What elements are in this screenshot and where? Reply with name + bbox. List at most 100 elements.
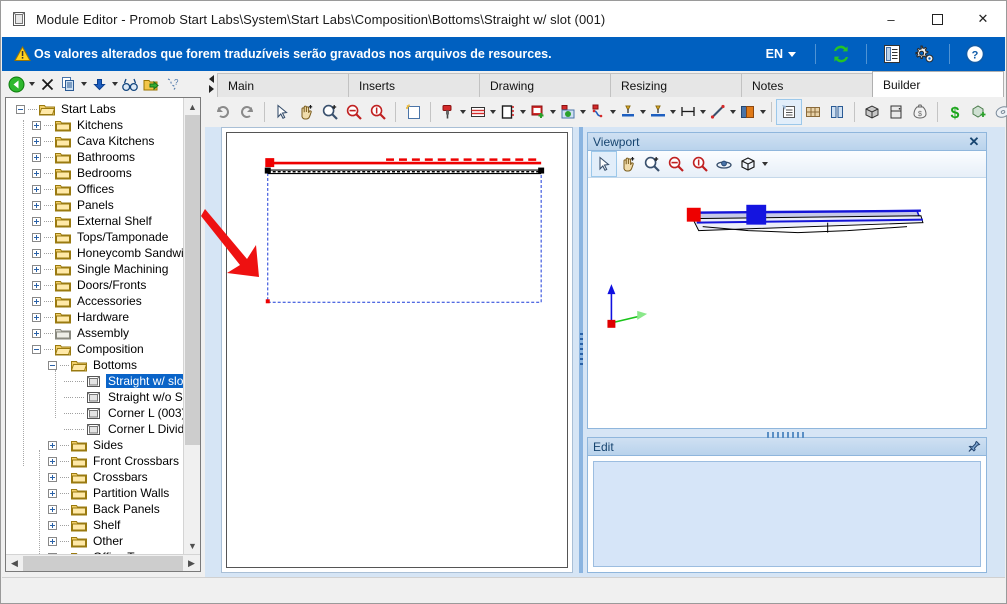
expand-icon[interactable] <box>32 216 41 226</box>
expand-icon[interactable] <box>48 488 57 498</box>
collapse-icon[interactable] <box>32 344 41 354</box>
zoom-out-icon[interactable] <box>664 152 688 176</box>
tree-item-folder[interactable]: Accessories <box>6 293 183 309</box>
zoom-actual-icon[interactable] <box>688 152 712 176</box>
pan-hand-icon[interactable] <box>294 100 318 124</box>
minimize-button[interactable]: – <box>868 1 914 37</box>
tab-inserts[interactable]: Inserts <box>348 73 480 97</box>
expand-icon[interactable] <box>32 120 41 130</box>
tree-item-folder[interactable]: Sides <box>6 437 183 453</box>
tree-item-module[interactable]: Straight w/ slot ( <box>6 373 183 389</box>
expand-icon[interactable] <box>32 184 41 194</box>
edge-icon[interactable] <box>496 100 520 124</box>
tree-horizontal-scrollbar[interactable]: ◀ ▶ <box>6 554 200 571</box>
splitter-grip[interactable] <box>579 333 583 367</box>
drill-icon[interactable] <box>436 100 460 124</box>
tree-item-folder[interactable]: Cava Kitchens <box>6 133 183 149</box>
scroll-right-arrow[interactable]: ▶ <box>183 555 200 572</box>
split-view-icon[interactable] <box>825 100 849 124</box>
expand-icon[interactable] <box>48 472 57 482</box>
tree-item-folder[interactable]: Composition <box>6 341 183 357</box>
zoom-actual-icon[interactable] <box>366 100 390 124</box>
refresh-icon[interactable] <box>829 42 853 66</box>
machining-add-icon[interactable] <box>526 100 550 124</box>
tree-item-folder[interactable]: Crossbars <box>6 469 183 485</box>
close-button[interactable]: ✕ <box>960 1 1006 37</box>
tab-resizing[interactable]: Resizing <box>610 73 742 97</box>
tree-item-folder[interactable]: Kitchens <box>6 117 183 133</box>
disc-icon[interactable] <box>991 100 1007 124</box>
pan-hand-icon[interactable] <box>616 152 640 176</box>
expand-icon[interactable] <box>32 248 41 258</box>
expand-icon[interactable] <box>32 152 41 162</box>
expand-icon[interactable] <box>32 136 41 146</box>
language-selector[interactable]: EN <box>756 47 806 61</box>
tree-item-folder[interactable]: Start Labs <box>6 101 183 117</box>
undo-icon[interactable] <box>211 100 235 124</box>
drawing-canvas[interactable] <box>201 132 568 568</box>
expand-icon[interactable] <box>48 504 57 514</box>
zoom-out-icon[interactable] <box>342 100 366 124</box>
move-down-icon[interactable] <box>89 74 109 94</box>
collapse-icon[interactable] <box>16 104 25 114</box>
back-dropdown-caret[interactable] <box>27 74 36 94</box>
tree-item-folder[interactable]: Honeycomb Sandwich <box>6 245 183 261</box>
diagonal-icon[interactable] <box>706 100 730 124</box>
export-folder-icon[interactable] <box>141 74 161 94</box>
tab-builder[interactable]: Builder <box>872 71 1004 97</box>
edit-property-grid[interactable] <box>593 461 981 567</box>
tree-item-folder[interactable]: Hardware <box>6 309 183 325</box>
expand-icon[interactable] <box>32 328 41 338</box>
profile-icon[interactable] <box>616 100 640 124</box>
paint-icon[interactable] <box>556 100 580 124</box>
tab-notes[interactable]: Notes <box>741 73 873 97</box>
expand-icon[interactable] <box>48 520 57 530</box>
pin-icon[interactable] <box>967 440 981 454</box>
vertical-splitter[interactable] <box>575 127 587 573</box>
unknown-link-icon[interactable]: ? <box>162 74 182 94</box>
scroll-thumb-h[interactable] <box>23 555 183 571</box>
tree-item-folder[interactable]: Bedrooms <box>6 165 183 181</box>
view-cube-dropdown-caret[interactable] <box>760 154 769 174</box>
panel-color-dropdown-caret[interactable] <box>760 102 766 122</box>
scroll-left-arrow[interactable]: ◀ <box>6 555 23 572</box>
zoom-in-icon[interactable] <box>318 100 342 124</box>
delete-icon[interactable] <box>37 74 57 94</box>
settings-gears-icon[interactable] <box>912 42 936 66</box>
select-cursor-icon[interactable] <box>591 151 617 177</box>
tree-item-folder[interactable]: Offices <box>6 181 183 197</box>
modules-grid-icon[interactable] <box>801 100 825 124</box>
tree-item-folder[interactable]: Panels <box>6 197 183 213</box>
tree-item-folder[interactable]: Tops/Tamponade <box>6 229 183 245</box>
expand-icon[interactable] <box>48 456 57 466</box>
tree-item-folder[interactable]: Bottoms <box>6 357 183 373</box>
viewport-3d-canvas[interactable] <box>589 179 985 427</box>
copy-icon[interactable] <box>58 74 78 94</box>
tab-scroll-right-icon[interactable] <box>208 85 214 93</box>
collapse-icon[interactable] <box>48 360 57 370</box>
expand-icon[interactable] <box>32 168 41 178</box>
zoom-in-icon[interactable] <box>640 152 664 176</box>
tree-item-folder[interactable]: Bathrooms <box>6 149 183 165</box>
expand-icon[interactable] <box>32 280 41 290</box>
expand-icon[interactable] <box>32 264 41 274</box>
tree-item-folder[interactable]: Doors/Fronts <box>6 277 183 293</box>
tree-item-folder[interactable]: External Shelf <box>6 213 183 229</box>
cost-bag-icon[interactable]: $ <box>908 100 932 124</box>
resources-list-icon[interactable] <box>880 42 904 66</box>
scroll-up-arrow[interactable]: ▲ <box>184 98 200 115</box>
tree-item-folder[interactable]: Single Machining <box>6 261 183 277</box>
view-cube-icon[interactable] <box>736 152 760 176</box>
back-icon[interactable] <box>6 74 26 94</box>
bevel-icon[interactable] <box>646 100 670 124</box>
properties-icon[interactable] <box>776 99 802 125</box>
expand-icon[interactable] <box>32 232 41 242</box>
redo-icon[interactable] <box>235 100 259 124</box>
viewport-close-icon[interactable]: ✕ <box>967 134 981 149</box>
tab-scroll-buttons[interactable] <box>205 71 217 97</box>
expand-icon[interactable] <box>48 536 57 546</box>
box-3d-icon[interactable] <box>860 100 884 124</box>
tree-item-folder[interactable]: Assembly <box>6 325 183 341</box>
tree-item-folder[interactable]: Shelf <box>6 517 183 533</box>
drawing-canvas-pane[interactable] <box>201 127 573 573</box>
